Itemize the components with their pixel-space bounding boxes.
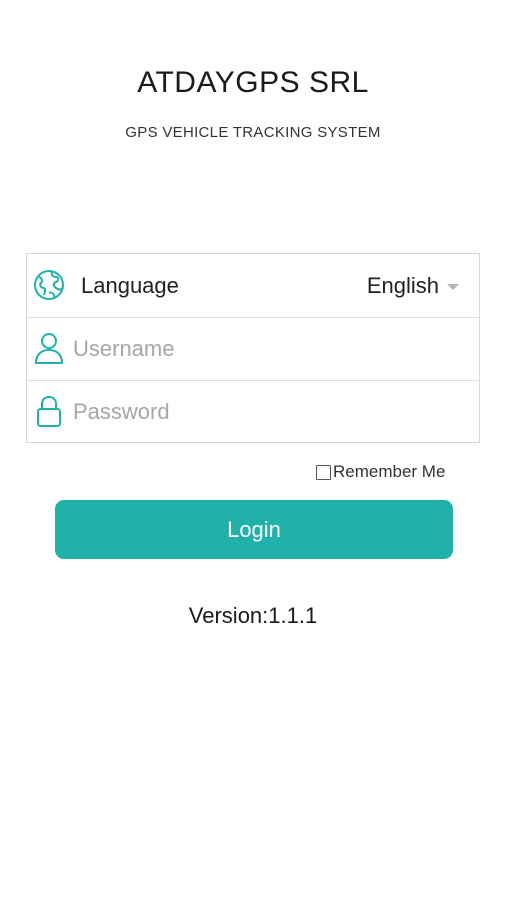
language-label: Language — [81, 273, 179, 298]
remember-me[interactable]: Remember Me — [316, 462, 445, 482]
login-button[interactable]: Login — [55, 500, 453, 559]
globe-icon — [32, 268, 66, 302]
username-input[interactable] — [73, 330, 463, 368]
user-icon — [32, 331, 66, 365]
login-form: Language English — [26, 253, 480, 443]
username-row — [27, 317, 479, 380]
app-title: ATDAYGPS SRL — [137, 66, 369, 99]
remember-me-label[interactable]: Remember Me — [333, 462, 445, 482]
lock-icon — [32, 394, 66, 428]
language-row: Language English — [27, 254, 479, 317]
password-input[interactable] — [73, 393, 463, 431]
version-label: Version:1.1.1 — [188, 603, 318, 628]
app-subtitle: GPS VEHICLE TRACKING SYSTEM — [125, 124, 381, 141]
remember-me-checkbox[interactable] — [316, 464, 331, 480]
password-row — [27, 380, 479, 443]
language-selected-value[interactable]: English — [367, 273, 439, 299]
chevron-down-icon[interactable] — [447, 284, 459, 290]
language-select[interactable]: English — [367, 271, 459, 301]
